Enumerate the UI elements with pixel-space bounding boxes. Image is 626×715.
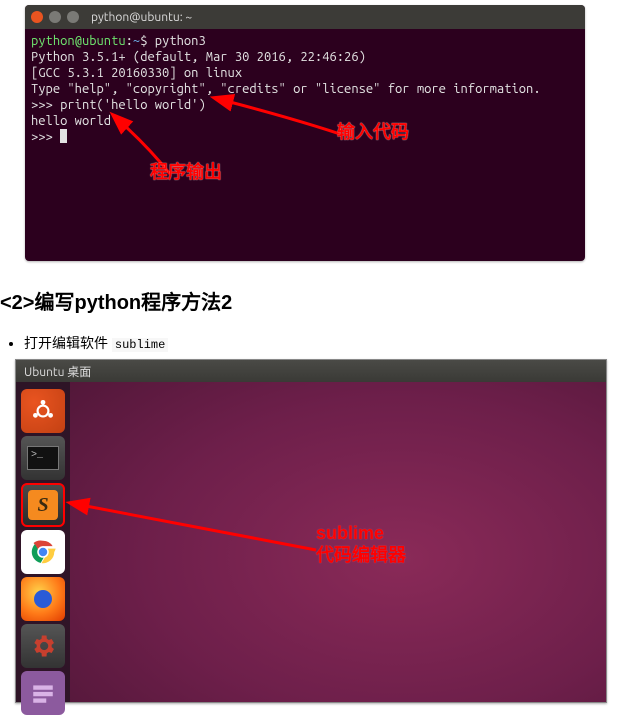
launcher-firefox-icon[interactable] [21, 577, 65, 621]
terminal-prompt-sep: : [126, 34, 133, 48]
launcher-terminal-icon[interactable] [21, 436, 65, 480]
launcher-dash-icon[interactable] [21, 389, 65, 433]
terminal-line: [GCC 5.3.1 20160330] on linux [31, 66, 242, 80]
terminal-command: python3 [155, 34, 206, 48]
annotation-label-sublime: sublime 代码编辑器 [316, 522, 406, 566]
window-minimize-icon[interactable] [49, 11, 61, 23]
annotation-label-program-output: 程序输出 [150, 164, 222, 180]
ubuntu-logo-icon [30, 398, 56, 424]
bullet-text: 打开编辑软件 [24, 335, 112, 351]
ubuntu-titlebar: Ubuntu 桌面 [16, 360, 606, 382]
inline-code-sublime: sublime [112, 338, 168, 352]
launcher-chrome-icon[interactable] [21, 530, 65, 574]
terminal-line: hello world [31, 114, 111, 128]
chrome-icon [28, 537, 58, 567]
terminal-body[interactable]: python@ubuntu:~$ python3 Python 3.5.1+ (… [25, 29, 585, 261]
terminal-line: Type "help", "copyright", "credits" or "… [31, 82, 541, 96]
terminal-repl-prompt: >>> [31, 130, 60, 144]
window-maximize-icon[interactable] [67, 11, 79, 23]
terminal-line: >>> print('hello world') [31, 98, 206, 112]
document-root: python@ubuntu: ~ python@ubuntu:~$ python… [0, 5, 626, 713]
bullet-item: 打开编辑软件 sublime [24, 333, 626, 353]
annotation-sublime-line2: 代码编辑器 [316, 545, 406, 565]
terminal-window: python@ubuntu: ~ python@ubuntu:~$ python… [25, 5, 585, 261]
ubuntu-desktop[interactable]: S [16, 382, 606, 702]
terminal-title-text: python@ubuntu: ~ [91, 11, 192, 24]
terminal-cursor [60, 129, 67, 143]
section-2-heading: <2>编写python程序方法2 [0, 286, 626, 315]
terminal-prompt-user: python@ubuntu [31, 34, 126, 48]
terminal-line: Python 3.5.1+ (default, Mar 30 2016, 22:… [31, 50, 366, 64]
annotation-arrow-sublime [16, 382, 606, 702]
annotation-label-input-code: 输入代码 [337, 124, 409, 140]
unity-launcher: S [16, 382, 70, 702]
bullet-list: 打开编辑软件 sublime [0, 333, 626, 353]
terminal-titlebar: python@ubuntu: ~ [25, 5, 585, 29]
annotation-sublime-line1: sublime [316, 523, 384, 543]
launcher-settings-icon[interactable] [21, 624, 65, 668]
ubuntu-desktop-screenshot: Ubuntu 桌面 S [15, 359, 607, 703]
launcher-sublime-icon[interactable]: S [21, 483, 65, 527]
window-close-icon[interactable] [31, 11, 43, 23]
launcher-files-icon[interactable] [21, 671, 65, 715]
files-icon [30, 680, 56, 706]
terminal-prompt-dollar: $ [140, 34, 155, 48]
gear-icon [29, 632, 57, 660]
ubuntu-title-text: Ubuntu 桌面 [24, 363, 91, 380]
